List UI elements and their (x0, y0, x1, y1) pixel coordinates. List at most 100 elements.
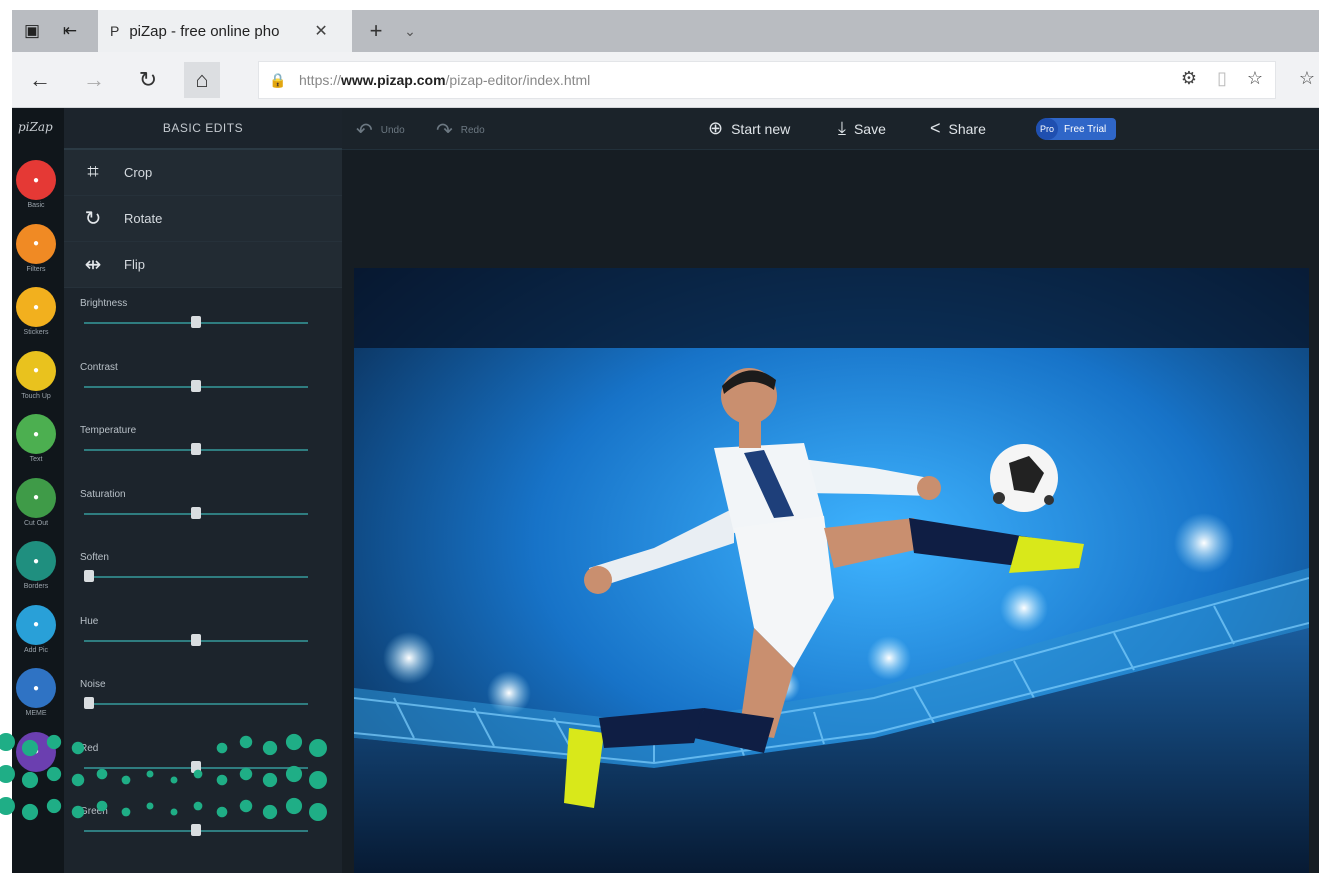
extension-icon[interactable]: ⚙ (1181, 68, 1197, 89)
slider-knob[interactable] (191, 824, 201, 836)
soccer-player-photo (354, 268, 1309, 873)
borders-icon: ● (16, 541, 56, 581)
rail-item-label: Add Pic (23, 646, 49, 654)
rail-item-label: Cut Out (23, 519, 49, 527)
add-pic-icon: ● (16, 604, 56, 645)
slider-temperature[interactable]: Temperature (80, 425, 310, 455)
rail-item-cut-out[interactable]: ● Cut Out (14, 477, 58, 527)
slider-knob[interactable] (191, 506, 201, 519)
refresh-icon[interactable]: ↻ (130, 62, 166, 98)
slider-label: Soften (80, 552, 109, 563)
save-button[interactable]: ⤓ Save (838, 118, 886, 139)
touch-up-icon: ● (16, 350, 56, 391)
cut-out-icon: ● (16, 477, 56, 518)
favorites-hub-icon[interactable]: ☆ (1299, 68, 1315, 89)
rail-item-stickers[interactable]: ● Stickers (14, 287, 58, 336)
free-trial-button[interactable]: Pro Free Trial (1036, 118, 1117, 140)
basic-icon: ● (16, 160, 56, 200)
forward-icon[interactable]: → (76, 62, 112, 98)
favorite-star-icon[interactable]: ☆ (1247, 68, 1263, 89)
slider-contrast[interactable]: Contrast (80, 361, 310, 392)
rail-item-label: Text (29, 456, 43, 463)
rotate-label: Rotate (124, 211, 163, 226)
download-icon: ⤓ (838, 118, 846, 138)
filters-icon: ● (16, 223, 56, 264)
start-new-button[interactable]: ⊕ Start new (708, 118, 790, 139)
pro-badge: Pro (1036, 118, 1058, 140)
slider-red[interactable]: Red (80, 743, 310, 773)
close-tab-icon[interactable]: ✕ (314, 21, 327, 41)
flip-label: Flip (124, 257, 145, 272)
rail-item-borders[interactable]: ● Borders (14, 541, 58, 590)
rail-item-text[interactable]: ● Text (14, 414, 58, 463)
pizap-favicon-icon: P (110, 23, 120, 39)
slider-noise[interactable]: Noise (80, 679, 310, 709)
rail-item-touch-up[interactable]: ● Touch Up (14, 350, 58, 400)
slider-knob[interactable] (191, 633, 201, 646)
slider-label: Temperature (80, 425, 137, 436)
slider-green[interactable]: Green (80, 806, 310, 836)
undo-button[interactable]: ↶ Undo (356, 118, 405, 143)
home-icon[interactable]: ⌂ (184, 62, 220, 98)
start-new-label: Start new (731, 120, 791, 137)
slider-label: Green (80, 806, 108, 817)
tab-pizap[interactable]: P piZap - free online pho ✕ (98, 10, 352, 52)
slider-knob[interactable] (191, 760, 201, 773)
slider-track[interactable] (84, 703, 308, 705)
rail-item-add-pic[interactable]: ● Add Pic (14, 604, 58, 654)
slider-knob[interactable] (191, 316, 201, 328)
lock-icon: 🔒 (269, 71, 287, 88)
plus-circle-icon: ⊕ (708, 118, 724, 138)
redo-button[interactable]: ↷ Redo (436, 118, 485, 143)
slider-label: Noise (80, 679, 106, 690)
text-icon: ● (16, 414, 56, 454)
rail-item-meme[interactable]: ● MEME (14, 668, 58, 717)
meme-icon: ● (16, 668, 56, 708)
flip-tool[interactable]: ⇹ Flip (64, 242, 342, 288)
tab-actions-icon[interactable]: ▣ (20, 19, 44, 43)
slider-knob[interactable] (191, 443, 201, 455)
slider-label: Saturation (80, 488, 126, 500)
edited-photo[interactable] (354, 268, 1309, 873)
tab-list-chevron-icon[interactable]: ⌄ (398, 19, 422, 43)
slider-label: Hue (80, 615, 99, 627)
slider-knob[interactable] (84, 697, 94, 709)
save-label: Save (853, 120, 886, 137)
slider-hue[interactable]: Hue (80, 615, 310, 646)
rail-item-paint[interactable]: ● (14, 731, 58, 774)
basic-edits-panel: BASIC EDITS ⌗ Crop ↻ Rotate ⇹ Flip Brigh… (64, 108, 342, 873)
reading-view-icon[interactable]: ▯ (1217, 68, 1227, 89)
slider-label: Contrast (80, 361, 118, 373)
crop-tool[interactable]: ⌗ Crop (64, 150, 342, 196)
rail-item-label: MEME (25, 710, 47, 717)
slider-knob[interactable] (84, 570, 94, 582)
free-trial-label: Free Trial (1064, 123, 1107, 135)
rotate-icon: ↻ (84, 208, 102, 230)
pizap-logo: piZap (18, 120, 53, 134)
new-tab-icon[interactable]: + (364, 19, 388, 43)
share-button[interactable]: < Share (930, 118, 986, 139)
paint-icon: ● (16, 731, 56, 772)
slider-knob[interactable] (191, 379, 201, 392)
browser-tab-bar: ▣ ⇤ P piZap - free online pho ✕ + ⌄ (12, 10, 1319, 52)
crop-icon: ⌗ (87, 161, 99, 183)
undo-icon: ↶ (356, 120, 373, 142)
slider-saturation[interactable]: Saturation (80, 488, 310, 519)
rail-item-filters[interactable]: ● Filters (14, 223, 58, 273)
rail-item-label: Filters (26, 265, 46, 273)
rail-item-label: Touch Up (21, 392, 51, 400)
back-icon[interactable]: ← (22, 62, 58, 98)
tab-title: piZap - free online pho (129, 22, 280, 40)
slider-brightness[interactable]: Brightness (80, 298, 310, 328)
address-bar[interactable]: 🔒 https://www.pizap.com/pizap-editor/ind… (258, 61, 1276, 99)
rail-item-label: Basic (27, 202, 45, 209)
slider-soften[interactable]: Soften (80, 552, 310, 582)
address-url: https://www.pizap.com/pizap-editor/index… (299, 72, 591, 88)
pizap-editor: piZap ● Basic ● Filters ● Stickers ● Touch Up ● T… (12, 108, 1319, 873)
crop-label: Crop (124, 165, 153, 180)
set-aside-tabs-icon[interactable]: ⇤ (58, 19, 82, 43)
rail-item-label: Borders (23, 583, 49, 590)
rail-item-basic[interactable]: ● Basic (14, 160, 58, 209)
slider-track[interactable] (84, 576, 308, 578)
rotate-tool[interactable]: ↻ Rotate (64, 196, 342, 242)
